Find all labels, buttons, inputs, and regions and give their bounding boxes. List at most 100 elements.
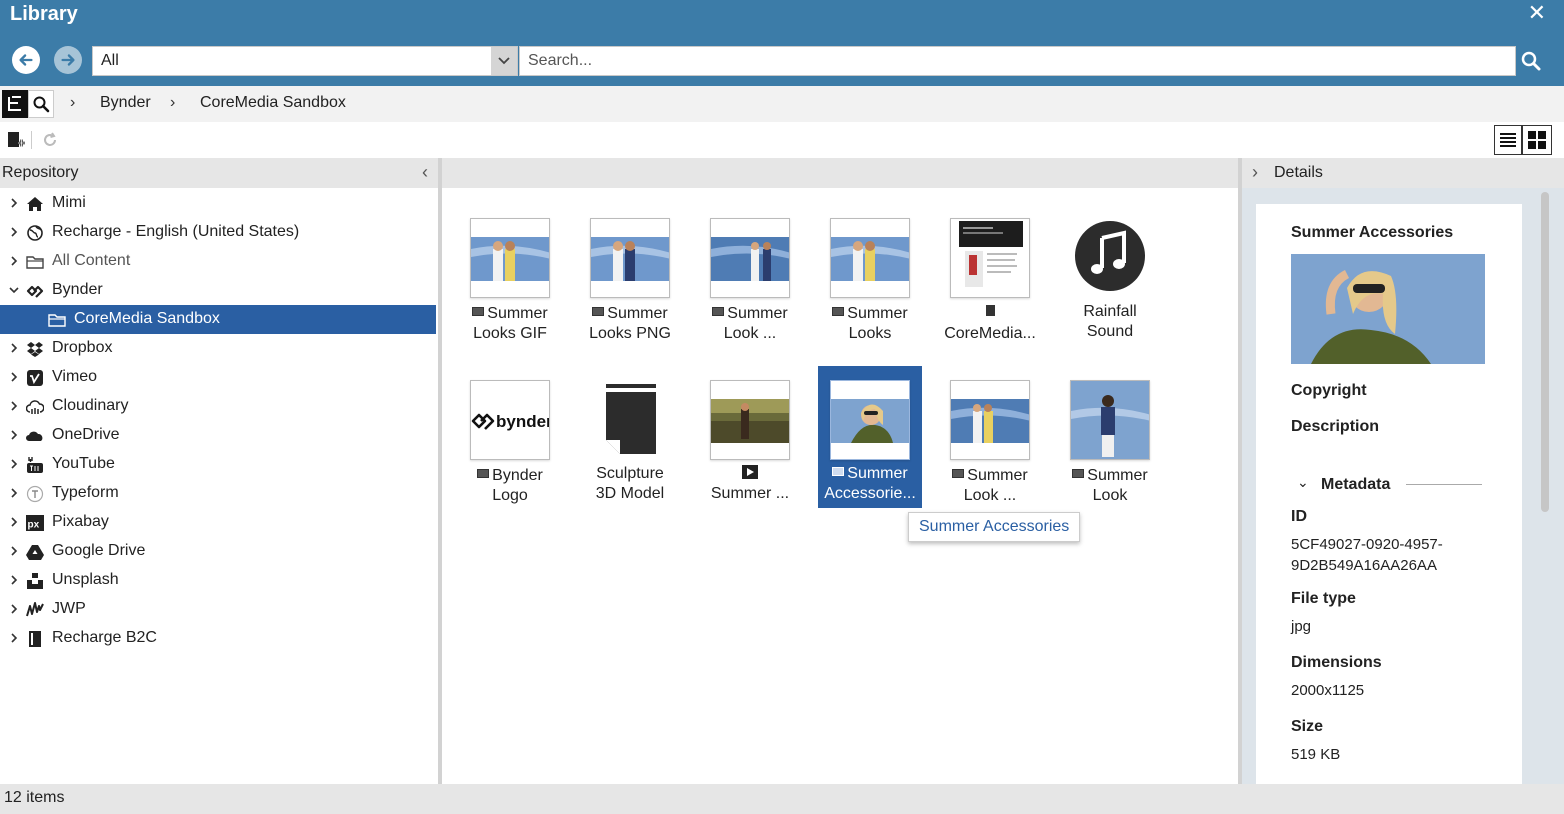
cloudinary-icon — [26, 400, 44, 414]
tree-item-dropbox[interactable]: Dropbox — [0, 334, 436, 363]
grid-item[interactable]: Sculpture 3D Model — [578, 378, 682, 518]
id-value-line1: 5CF49027-0920-4957- — [1291, 536, 1443, 553]
grid-item-caption: Summer Look ... — [938, 466, 1042, 506]
grid-item[interactable]: CoreMedia... — [938, 218, 1042, 358]
tree-item-jwp[interactable]: JWP — [0, 595, 436, 624]
size-label: Size — [1291, 718, 1324, 735]
chevron-right-icon[interactable] — [8, 631, 20, 645]
grid-item[interactable]: Summer ... — [698, 378, 802, 518]
grid-item-caption: Bynder Logo — [458, 466, 562, 506]
grid-item[interactable]: Summer Look — [1058, 378, 1162, 518]
chevron-down-icon[interactable] — [491, 47, 517, 75]
grid-item[interactable]: Rainfall Sound — [1058, 218, 1162, 358]
thumbnail — [710, 218, 790, 298]
grid-item[interactable]: Summer Looks PNG — [578, 218, 682, 358]
svg-text:px: px — [28, 520, 40, 531]
tree-item-label: All Content — [52, 252, 131, 269]
tree-item-label: Mimi — [52, 194, 86, 211]
chevron-right-icon[interactable] — [8, 225, 20, 239]
new-content-icon[interactable] — [6, 130, 26, 150]
search-icon — [33, 96, 50, 113]
chevron-right-icon[interactable] — [8, 341, 20, 355]
chevron-right-icon[interactable] — [8, 602, 20, 616]
tree-item-youtube[interactable]: YouTube — [0, 450, 436, 479]
file-type-value: jpg — [1291, 618, 1312, 635]
jwp-icon — [26, 602, 44, 617]
chevron-right-icon[interactable] — [8, 254, 20, 268]
thumbnail — [950, 218, 1030, 298]
details-scrollbar[interactable] — [1541, 192, 1549, 512]
tree-item-label: Typeform — [52, 484, 119, 501]
grid-item-caption: Summer Looks GIF — [472, 305, 548, 342]
chevron-right-icon[interactable] — [8, 515, 20, 529]
grid-view-button[interactable] — [1522, 125, 1552, 155]
chevron-right-icon: › — [170, 94, 176, 111]
scope-select[interactable]: All — [92, 46, 518, 76]
tree-item-all-content[interactable]: All Content — [0, 247, 436, 276]
grid-item[interactable]: Summer Looks GIF — [458, 218, 562, 358]
scope-value: All — [101, 52, 119, 69]
search-icon[interactable] — [1520, 50, 1542, 72]
breadcrumb-bynder[interactable]: Bynder — [100, 94, 151, 112]
chevron-right-icon[interactable] — [8, 573, 20, 587]
folder-icon — [48, 314, 66, 327]
tree-item-vimeo[interactable]: Vimeo — [0, 363, 436, 392]
tree-item-onedrive[interactable]: OneDrive — [0, 421, 436, 450]
chevron-right-icon[interactable] — [8, 196, 20, 210]
grid-item[interactable]: Summer Look ... — [938, 378, 1042, 518]
search-mode-button[interactable] — [28, 90, 54, 118]
expand-right-icon[interactable]: › — [1252, 162, 1258, 183]
grid-item[interactable]: Summer Looks — [818, 218, 922, 358]
chevron-right-icon[interactable] — [8, 544, 20, 558]
grid-item[interactable]: Summer Look ... — [698, 218, 802, 358]
tree-item-pixabay[interactable]: px Pixabay — [0, 508, 436, 537]
breadcrumb-coremedia-sandbox[interactable]: CoreMedia Sandbox — [200, 94, 346, 112]
grid-view-icon — [1528, 131, 1546, 149]
close-icon[interactable]: ✕ — [1528, 2, 1546, 24]
id-label: ID — [1291, 508, 1307, 525]
search-input[interactable] — [519, 46, 1516, 76]
chevron-down-icon[interactable]: ⌄ — [1297, 474, 1309, 491]
back-button[interactable] — [12, 46, 40, 74]
list-view-button[interactable] — [1494, 125, 1522, 155]
collapse-left-icon[interactable]: ‹ — [422, 162, 428, 183]
grid-item-caption: Summer Look — [1058, 466, 1162, 506]
grid-item-caption: Rainfall Sound — [1083, 303, 1137, 340]
tree-item-bynder[interactable]: Bynder — [0, 276, 436, 305]
metadata-divider — [1406, 484, 1482, 485]
grid-item-selected[interactable]: Summer Accessorie... — [818, 366, 922, 508]
folder-icon — [26, 256, 44, 269]
tree-mode-button[interactable] — [2, 90, 28, 118]
bynder-icon — [26, 285, 44, 298]
metadata-toggle[interactable]: Metadata — [1321, 476, 1390, 494]
details-title: Details — [1274, 164, 1323, 181]
chevron-right-icon[interactable] — [8, 486, 20, 500]
chevron-right-icon[interactable] — [8, 457, 20, 471]
tree-item-typeform[interactable]: Typeform — [0, 479, 436, 508]
tree-item-unsplash[interactable]: Unsplash — [0, 566, 436, 595]
tree-item-label: Recharge B2C — [52, 629, 157, 646]
pixabay-icon: px — [26, 515, 44, 531]
thumbnail — [830, 218, 910, 298]
forward-button[interactable] — [54, 46, 82, 74]
tree-item-cloudinary[interactable]: Cloudinary — [0, 392, 436, 421]
grid-item[interactable]: bynder Bynder Logo — [458, 378, 562, 518]
dimensions-value: 2000x1125 — [1291, 682, 1365, 699]
tree-item-label: YouTube — [52, 455, 115, 472]
tree-item-recharge-b2c[interactable]: Recharge B2C — [0, 624, 436, 653]
image-thumbnail-icon — [591, 237, 669, 281]
chevron-right-icon[interactable] — [8, 428, 20, 442]
tree-item-mimi[interactable]: Mimi — [0, 189, 436, 218]
tree-item-google-drive[interactable]: Google Drive — [0, 537, 436, 566]
chevron-right-icon[interactable] — [8, 399, 20, 413]
image-thumbnail-icon — [471, 237, 549, 281]
refresh-icon[interactable] — [40, 130, 60, 150]
tree-item-recharge-english[interactable]: Recharge - English (United States) — [0, 218, 436, 247]
chevron-right-icon[interactable] — [8, 370, 20, 384]
size-value: 519 KB — [1291, 746, 1341, 763]
chevron-down-icon[interactable] — [8, 283, 20, 297]
google-drive-icon — [26, 545, 44, 560]
preview-image-icon — [1291, 254, 1485, 364]
tree-item-coremedia-sandbox[interactable]: CoreMedia Sandbox — [0, 305, 436, 334]
image-type-icon — [592, 307, 605, 317]
